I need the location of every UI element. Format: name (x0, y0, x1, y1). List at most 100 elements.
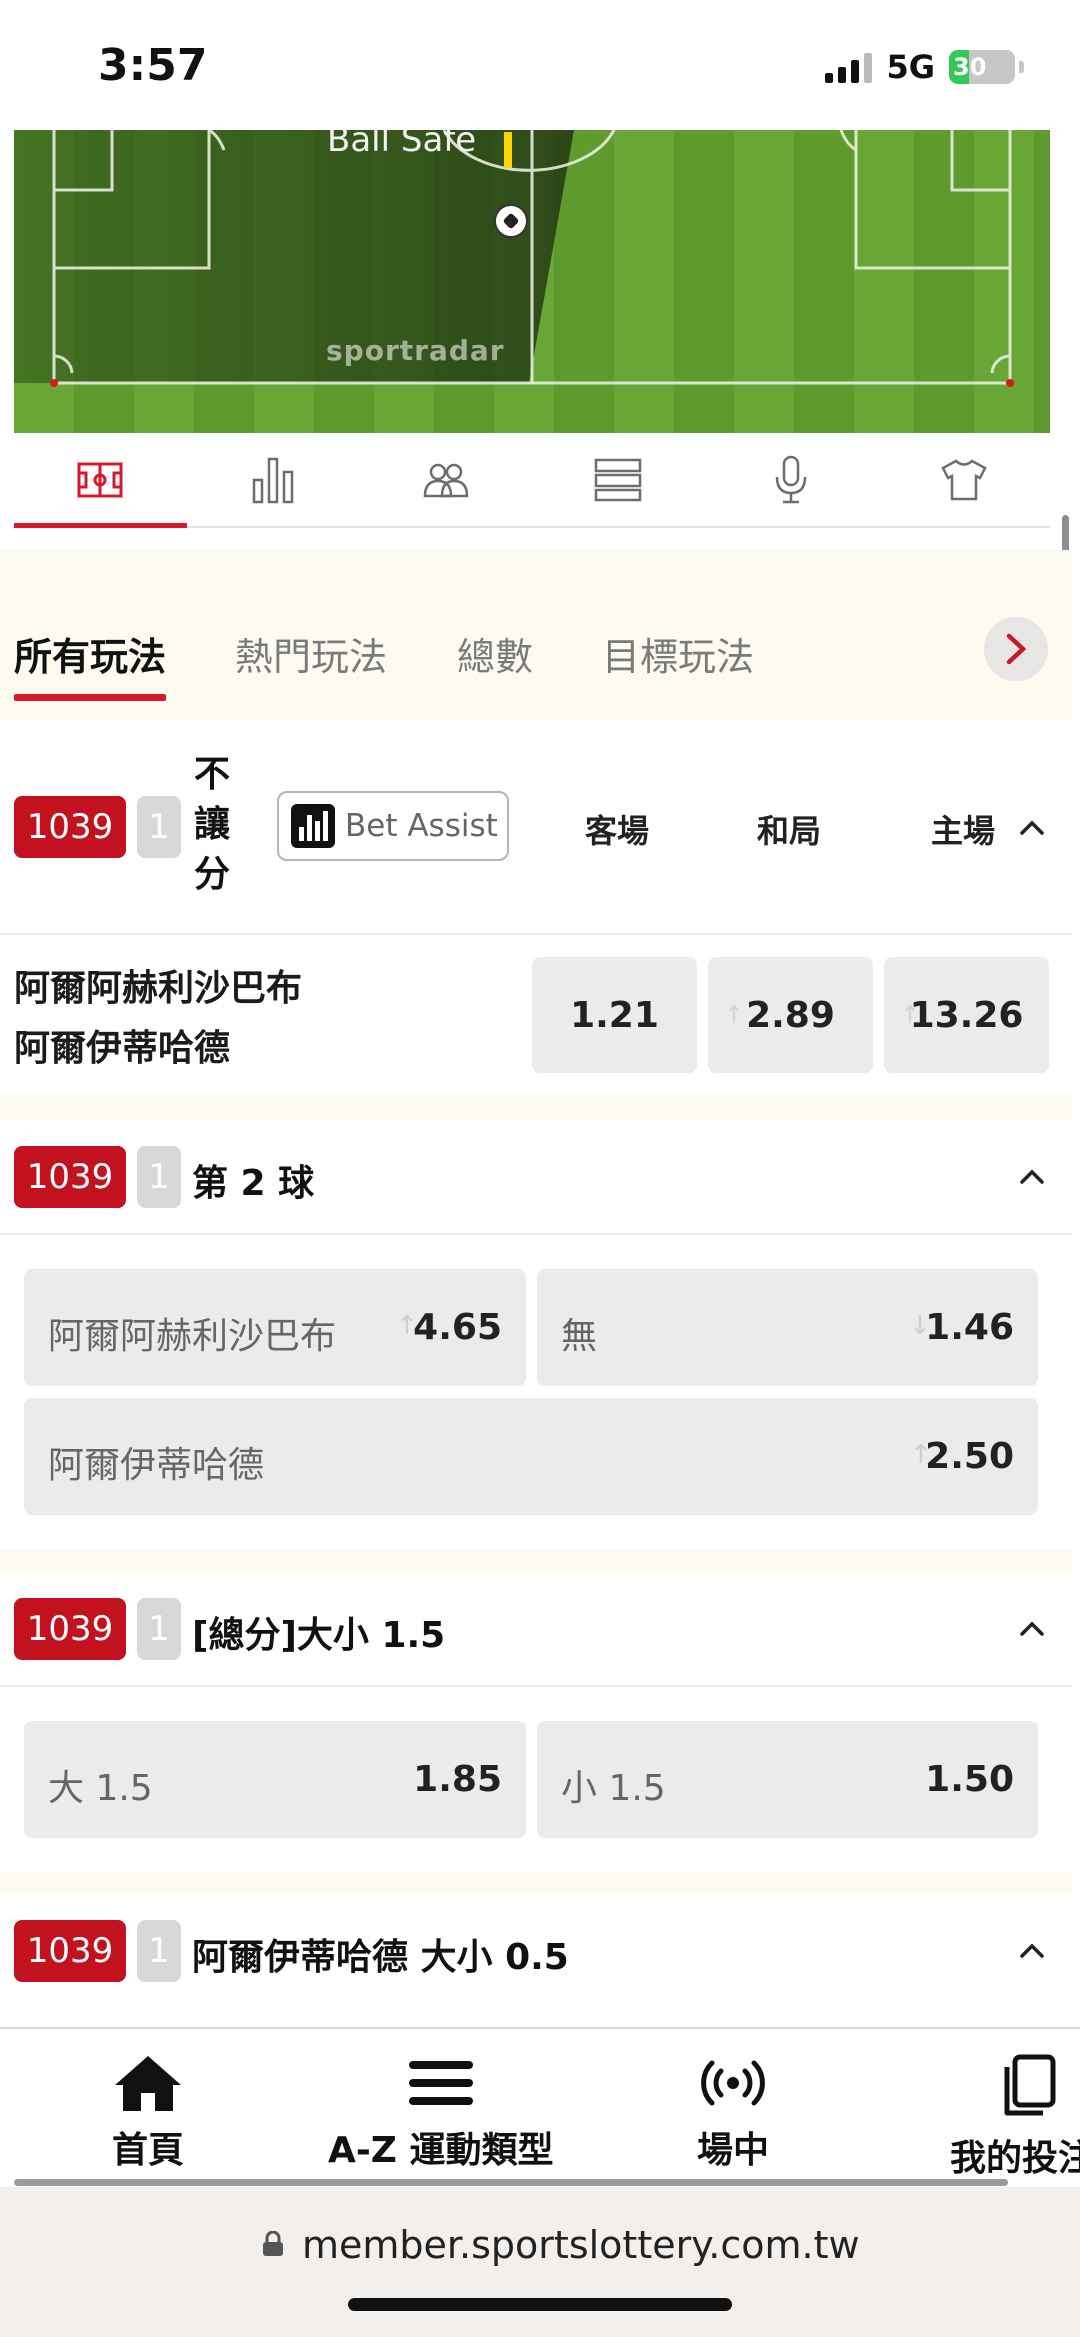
status-bar: 3:57 5G 30 (0, 0, 1080, 130)
odds-button-draw[interactable]: ↑ 2.89 (708, 957, 873, 1073)
tab-jersey[interactable] (877, 433, 1050, 526)
tab-totals[interactable]: 總數 (457, 626, 533, 681)
column-header-home: 主場 (930, 812, 995, 850)
pitch-situation-label: Ball Safe (327, 130, 477, 160)
nav-label: 場中 (697, 2130, 770, 2171)
odds-button-home[interactable]: ↑ 13.26 (884, 957, 1049, 1073)
event-code-badge: 1039 (14, 1146, 126, 1208)
nav-home[interactable]: 首頁 (112, 2053, 184, 2173)
status-time: 3:57 (98, 40, 208, 91)
selection-label: 無 (561, 1316, 598, 1357)
live-icon (701, 2060, 765, 2106)
battery-percent: 30 (953, 53, 987, 81)
selection-odds: 1.46 (925, 1307, 1014, 1348)
match-tracker-pitch[interactable]: Ball Safe sportradar (14, 130, 1050, 433)
odds-up-arrow-icon: ↑ (724, 1001, 745, 1029)
market-title: 阿爾伊蒂哈德 大小 0.5 (192, 1937, 569, 1978)
tab-list[interactable] (532, 433, 705, 526)
market-header-1x2[interactable]: 1039 1 不 讓 分 Bet Assist 客場 和局 主場 (0, 720, 1072, 935)
chevron-up-icon[interactable] (1017, 1614, 1047, 1644)
tab-stats[interactable] (187, 433, 360, 526)
odds-button-away[interactable]: 1.21 (532, 957, 697, 1073)
nav-label: 我的投注 (950, 2138, 1080, 2179)
period-badge: 1 (137, 1920, 181, 1982)
selection-label: 阿爾阿赫利沙巴布 (48, 1316, 337, 1357)
tab-commentary[interactable] (705, 433, 878, 526)
nav-my-bets[interactable]: 我的投注 (950, 2053, 1080, 2181)
market-title-char: 讓 (193, 804, 230, 845)
market-title: 第 2 球 (192, 1163, 315, 1204)
section-gap (0, 1095, 1072, 1120)
odds-value: 13.26 (909, 994, 1024, 1036)
selection-odds: 1.85 (413, 1759, 502, 1800)
event-code-badge: 1039 (14, 796, 126, 858)
selection-grid: 大 1.5 1.85 小 1.5 1.50 (0, 1687, 1072, 1872)
tab-popular-markets[interactable]: 熱門玩法 (235, 626, 387, 681)
market-header-team-total[interactable]: 1039 1 阿爾伊蒂哈德 大小 0.5 (0, 1894, 1072, 2027)
bet-assist-button[interactable]: Bet Assist (277, 791, 509, 861)
nav-a-z-sports[interactable]: A-Z 運動類型 (328, 2053, 553, 2173)
market-header-total-goals[interactable]: 1039 1 [總分]大小 1.5 (0, 1572, 1072, 1687)
period-badge: 1 (137, 1146, 181, 1208)
selection-odds: 1.50 (925, 1759, 1014, 1800)
jersey-icon (941, 458, 987, 500)
category-tab-bar: 所有玩法 熱門玩法 總數 目標玩法 (0, 550, 1072, 720)
browser-address-bar[interactable]: member.sportslottery.com.tw (0, 2187, 1080, 2337)
tab-lineups[interactable] (359, 433, 532, 526)
odds-up-arrow-icon: ↑ (900, 1001, 921, 1029)
bar-chart-icon (291, 804, 335, 848)
selection-odds: 2.50 (925, 1436, 1014, 1477)
menu-icon (408, 2061, 473, 2105)
odds-value: 1.21 (570, 994, 659, 1036)
bet-assist-label: Bet Assist (345, 808, 498, 844)
nav-live[interactable]: 場中 (697, 2053, 769, 2173)
bottom-navigation: 首頁 A-Z 運動類型 場中 我的投注 (0, 2027, 1080, 2187)
lock-icon (263, 2231, 283, 2256)
event-code-badge: 1039 (14, 1920, 126, 1982)
match-row: 阿爾阿赫利沙巴布 阿爾伊蒂哈德 1.21 ↑ 2.89 ↑ 13.26 (0, 935, 1072, 1095)
chevron-up-icon[interactable] (1017, 813, 1047, 843)
tab-goal-markets[interactable]: 目標玩法 (602, 626, 754, 681)
selection-button[interactable]: 無 ↓ 1.46 (537, 1269, 1038, 1386)
selection-grid: 阿爾阿赫利沙巴布 ↑ 4.65 無 ↓ 1.46 阿爾伊蒂哈德 ↑ 2.50 (0, 1235, 1072, 1550)
tracker-tab-bar (14, 433, 1050, 528)
battery-icon: 30 (949, 50, 1015, 84)
market-title-char: 不 (193, 754, 230, 795)
pitch-icon (77, 462, 123, 497)
chevron-right-icon (1006, 633, 1027, 665)
selection-odds: 4.65 (413, 1307, 502, 1348)
period-badge: 1 (137, 1598, 181, 1660)
url-text: member.sportslottery.com.tw (302, 2223, 860, 2267)
selection-button-under[interactable]: 小 1.5 1.50 (537, 1721, 1038, 1838)
selection-button-over[interactable]: 大 1.5 1.85 (24, 1721, 526, 1838)
section-gap (0, 1550, 1072, 1572)
selection-button[interactable]: 阿爾阿赫利沙巴布 ↑ 4.65 (24, 1269, 526, 1386)
bets-icon (1004, 2054, 1056, 2116)
selection-button[interactable]: 阿爾伊蒂哈德 ↑ 2.50 (24, 1398, 1038, 1515)
pitch-graphic (14, 130, 1050, 433)
category-next-button[interactable] (984, 617, 1048, 681)
market-header-second-goal[interactable]: 1039 1 第 2 球 (0, 1120, 1072, 1235)
market-title: [總分]大小 1.5 (192, 1615, 446, 1656)
selection-label: 阿爾伊蒂哈德 (48, 1445, 265, 1486)
list-icon (595, 458, 642, 501)
market-title: 不 讓 分 (192, 750, 232, 900)
event-code-badge: 1039 (14, 1598, 126, 1660)
provider-watermark: sportradar (326, 334, 505, 367)
nav-label: A-Z 運動類型 (328, 2130, 554, 2171)
tab-all-markets[interactable]: 所有玩法 (14, 626, 167, 701)
tab-pitch[interactable] (14, 433, 187, 528)
selection-label: 小 1.5 (561, 1768, 666, 1809)
nav-label: 首頁 (112, 2130, 185, 2171)
chevron-up-icon[interactable] (1017, 1936, 1047, 1966)
market-title-char: 分 (193, 854, 230, 895)
home-icon (115, 2056, 181, 2111)
period-badge: 1 (137, 796, 181, 858)
selection-label: 大 1.5 (48, 1768, 153, 1809)
home-indicator (348, 2298, 732, 2311)
section-gap (0, 1872, 1072, 1894)
cell-signal-icon (825, 51, 873, 83)
away-team-name: 阿爾伊蒂哈德 (14, 1028, 231, 1069)
status-indicators: 5G 30 (825, 48, 1024, 86)
chevron-up-icon[interactable] (1017, 1162, 1047, 1192)
